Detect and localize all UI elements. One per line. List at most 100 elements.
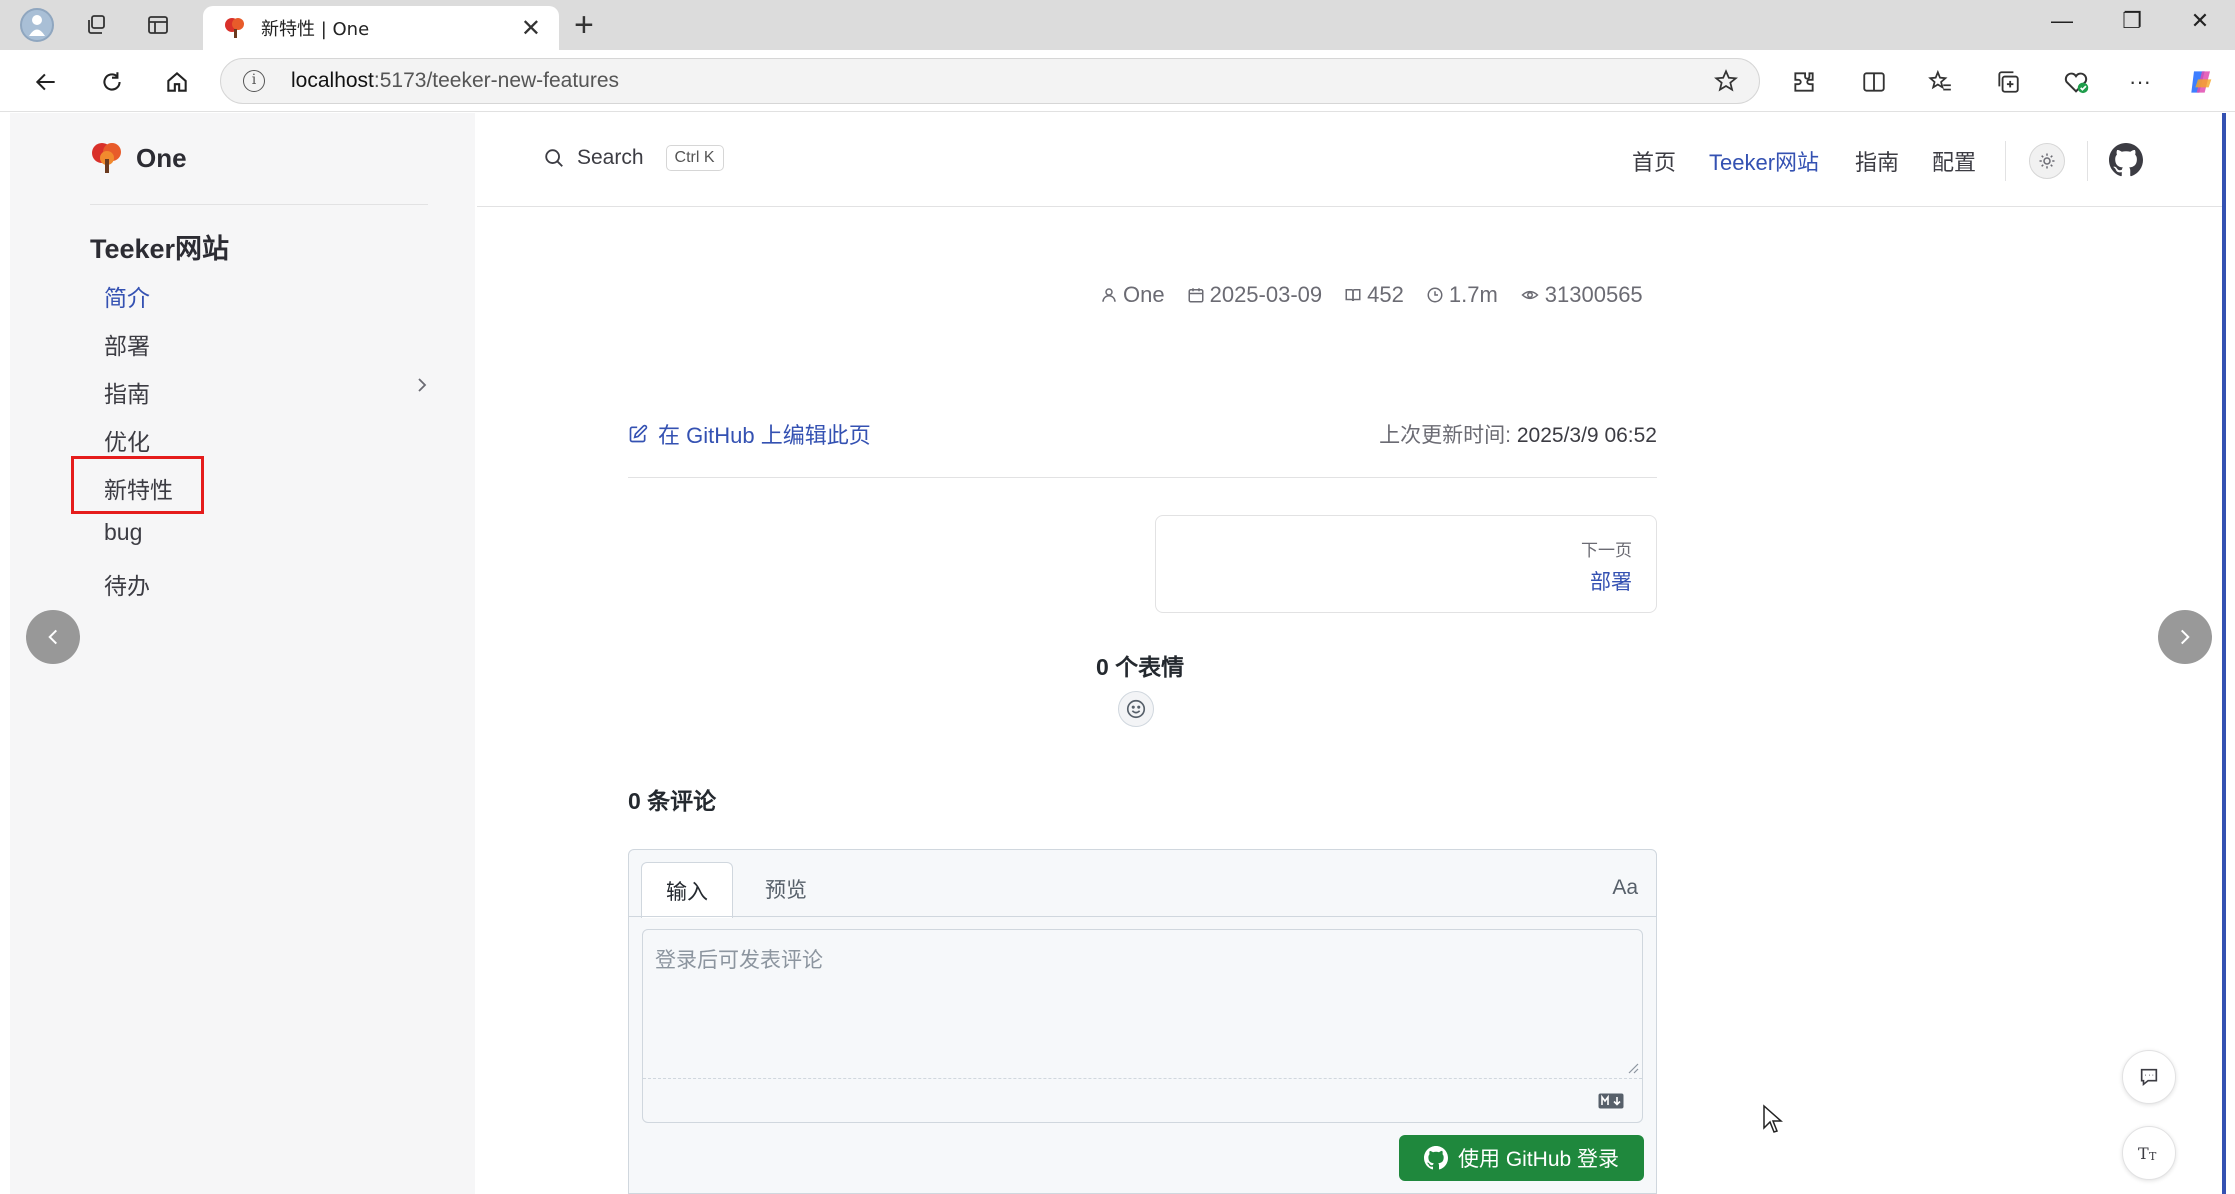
site-header: Search Ctrl K 首页 Teeker网站 指南 配置 <box>477 113 2222 207</box>
new-tab-icon[interactable]: + <box>574 6 594 45</box>
scrollbar[interactable] <box>2222 113 2226 1194</box>
browser-tab-bar: 新特性 | One ✕ + — ❐ ✕ <box>0 0 2235 50</box>
nav-guide[interactable]: 指南 <box>1855 145 1899 177</box>
browser-essentials-icon[interactable] <box>2058 64 2094 100</box>
chat-icon <box>2140 1068 2158 1087</box>
comment-float-button[interactable] <box>2122 1050 2176 1104</box>
next-page-button[interactable] <box>2158 610 2212 664</box>
active-browser-tab[interactable]: 新特性 | One ✕ <box>203 6 559 50</box>
sidebar-item-guide[interactable]: 指南 <box>104 375 150 409</box>
book-icon <box>1345 289 1361 302</box>
github-icon <box>1423 1146 1448 1170</box>
site-logo-text: One <box>136 142 187 173</box>
prev-page-button[interactable] <box>26 610 80 664</box>
github-login-button[interactable]: 使用 GitHub 登录 <box>1399 1135 1644 1181</box>
github-icon[interactable] <box>2109 143 2143 182</box>
svg-text:T: T <box>2149 1150 2157 1163</box>
meta-author[interactable]: One <box>1123 282 1165 308</box>
tab-preview[interactable]: 预览 <box>741 862 831 916</box>
site-logo[interactable]: One <box>90 141 187 175</box>
nav-config[interactable]: 配置 <box>1932 145 1976 177</box>
collections-icon[interactable] <box>1990 64 2026 100</box>
text-size-icon: TT <box>2138 1144 2157 1163</box>
font-size-button[interactable]: TT <box>2122 1126 2176 1180</box>
favorite-star-icon[interactable] <box>1713 68 1739 99</box>
theme-toggle[interactable] <box>2029 143 2065 179</box>
last-updated-label: 上次更新时间: <box>1379 424 1512 447</box>
markdown-icon <box>1598 1093 1624 1109</box>
comment-placeholder: 登录后可发表评论 <box>655 949 823 972</box>
add-reaction-button[interactable] <box>1118 691 1154 727</box>
restore-icon[interactable]: ❐ <box>2112 8 2152 34</box>
tab-close-icon[interactable]: ✕ <box>521 14 541 43</box>
sidebar-section-title: Teeker网站 <box>90 234 230 264</box>
favorites-icon[interactable] <box>1922 64 1958 100</box>
meta-reading-time: 1.7m <box>1448 282 1498 307</box>
sidebar-item-bug[interactable]: bug <box>104 519 142 546</box>
workspaces-icon[interactable] <box>80 9 112 41</box>
url-host: localhost <box>291 69 374 92</box>
text-format-toggle[interactable]: Aa <box>1612 876 1638 900</box>
resize-grip-icon[interactable] <box>1627 1062 1639 1074</box>
address-bar[interactable]: i localhost:5173/teeker-new-features <box>220 58 1760 104</box>
sun-icon <box>2039 153 2055 169</box>
sidebar-item-optimize[interactable]: 优化 <box>104 423 150 457</box>
sidebar-item-todo[interactable]: 待办 <box>104 567 150 601</box>
chevron-left-icon <box>48 629 58 645</box>
search-shortcut: Ctrl K <box>665 145 724 171</box>
chevron-right-icon <box>2180 629 2190 645</box>
extensions-icon[interactable] <box>1786 64 1822 100</box>
mouse-cursor-icon <box>1763 1104 1783 1133</box>
footer-divider <box>628 477 1657 478</box>
smiley-icon <box>1126 699 1146 719</box>
reactions-title: 0 个表情 <box>1096 654 1185 680</box>
comments-count: 0 条评论 <box>628 788 717 814</box>
meta-date: 2025-03-09 <box>1209 282 1323 307</box>
next-page-label: 下一页 <box>1581 541 1632 560</box>
chevron-right-icon[interactable] <box>412 375 432 400</box>
docs-sidebar: One Teeker网站 简介 部署 指南 优化 新特性 bug 待办 <box>10 113 475 1194</box>
back-icon[interactable] <box>28 64 64 100</box>
textarea-footer-divider <box>643 1078 1642 1079</box>
comment-input[interactable]: 登录后可发表评论 <box>642 929 1643 1123</box>
clock-icon <box>1427 287 1443 303</box>
edit-link-text: 在 GitHub 上编辑此页 <box>658 423 871 448</box>
copilot-icon[interactable] <box>2184 64 2220 100</box>
last-updated: 上次更新时间: 2025/3/9 06:52 <box>1379 419 1657 449</box>
profile-avatar[interactable] <box>20 8 54 42</box>
browser-toolbar: i localhost:5173/teeker-new-features ··· <box>0 50 2235 112</box>
calendar-icon <box>1188 288 1204 303</box>
tree-logo-icon <box>92 143 121 173</box>
tab-title: 新特性 | One <box>261 19 370 40</box>
editor-tab-divider <box>629 916 1656 917</box>
sidebar-item-intro[interactable]: 简介 <box>104 279 150 313</box>
home-icon[interactable] <box>159 64 195 100</box>
eye-icon <box>1521 290 1539 300</box>
highlight-box <box>71 456 204 514</box>
split-screen-icon[interactable] <box>1856 64 1892 100</box>
tab-actions-icon[interactable] <box>142 9 174 41</box>
search-icon <box>545 149 563 167</box>
header-divider <box>2087 141 2088 181</box>
user-icon <box>1102 288 1116 302</box>
edit-on-github-link[interactable]: 在 GitHub 上编辑此页 <box>628 418 871 450</box>
svg-text:T: T <box>2138 1144 2149 1163</box>
more-menu-icon[interactable]: ··· <box>2122 64 2158 100</box>
nav-home[interactable]: 首页 <box>1632 145 1676 177</box>
next-page-card[interactable]: 下一页 部署 <box>1155 515 1657 613</box>
tab-write[interactable]: 输入 <box>641 862 733 918</box>
search-label: Search <box>577 146 644 169</box>
edit-icon <box>629 424 648 443</box>
search-button[interactable]: Search Ctrl K <box>543 145 724 171</box>
nav-teeker[interactable]: Teeker网站 <box>1709 145 1819 177</box>
reload-icon[interactable] <box>94 64 130 100</box>
site-info-icon[interactable]: i <box>243 70 265 92</box>
last-updated-value: 2025/3/9 06:52 <box>1516 424 1657 447</box>
next-page-title: 部署 <box>1590 571 1632 594</box>
meta-views: 31300565 <box>1544 282 1643 307</box>
sidebar-item-deploy[interactable]: 部署 <box>104 327 150 361</box>
window-close-icon[interactable]: ✕ <box>2180 8 2220 34</box>
comment-editor: 输入 预览 Aa 登录后可发表评论 使用 GitHub 登录 <box>628 849 1657 1194</box>
sidebar-divider <box>90 204 428 205</box>
minimize-icon[interactable]: — <box>2042 8 2082 34</box>
